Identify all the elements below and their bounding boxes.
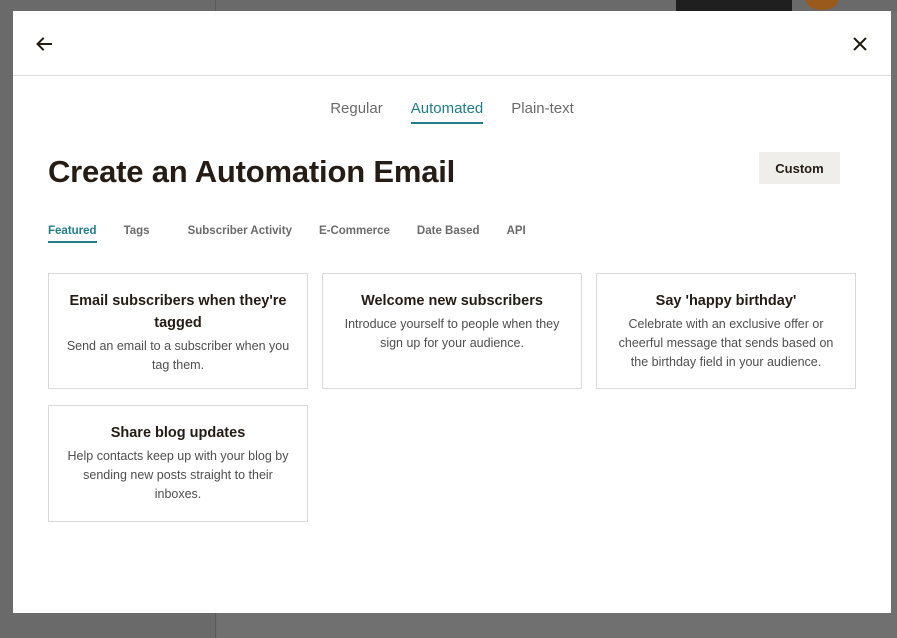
card-title: Share blog updates (110, 425, 246, 441)
card-description: Celebrate with an exclusive offer or che… (618, 317, 834, 369)
card-title: Email subscribers when they're tagged (69, 293, 287, 331)
card-blog-updates[interactable]: Share blog updates Help contacts keep up… (48, 405, 308, 522)
close-button[interactable] (848, 32, 872, 56)
tab-regular[interactable]: Regular (330, 100, 383, 124)
card-description: Introduce yourself to people when they s… (344, 317, 560, 350)
category-tabs: Featured Tags Subscriber Activity E-Comm… (48, 225, 553, 243)
tab-subscriber-activity[interactable]: Subscriber Activity (188, 225, 292, 243)
card-description: Help contacts keep up with your blog by … (67, 449, 289, 501)
back-button[interactable] (32, 32, 56, 56)
card-tagged[interactable]: Email subscribers when they're tagged Se… (48, 273, 308, 389)
custom-button[interactable]: Custom (759, 152, 840, 184)
arrow-left-icon (36, 37, 52, 51)
tab-featured[interactable]: Featured (48, 225, 97, 243)
background-button (676, 0, 792, 11)
page-title: Create an Automation Email (48, 154, 456, 189)
card-birthday[interactable]: Say 'happy birthday' Celebrate with an e… (596, 273, 856, 389)
tab-tags[interactable]: Tags (124, 225, 150, 243)
tab-api[interactable]: API (507, 225, 526, 243)
tab-plain-text[interactable]: Plain-text (511, 100, 574, 124)
tab-e-commerce[interactable]: E-Commerce (319, 225, 390, 243)
email-type-tabs: Regular Automated Plain-text (13, 100, 891, 124)
tab-automated[interactable]: Automated (410, 100, 484, 124)
card-title: Say 'happy birthday' (655, 293, 797, 309)
create-email-modal: Regular Automated Plain-text Create an A… (13, 11, 891, 613)
close-icon (853, 37, 867, 51)
tab-date-based[interactable]: Date Based (417, 225, 480, 243)
card-description: Send an email to a subscriber when you t… (66, 339, 290, 372)
modal-header (13, 11, 891, 76)
card-title: Welcome new subscribers (361, 293, 543, 309)
card-welcome[interactable]: Welcome new subscribers Introduce yourse… (322, 273, 582, 389)
